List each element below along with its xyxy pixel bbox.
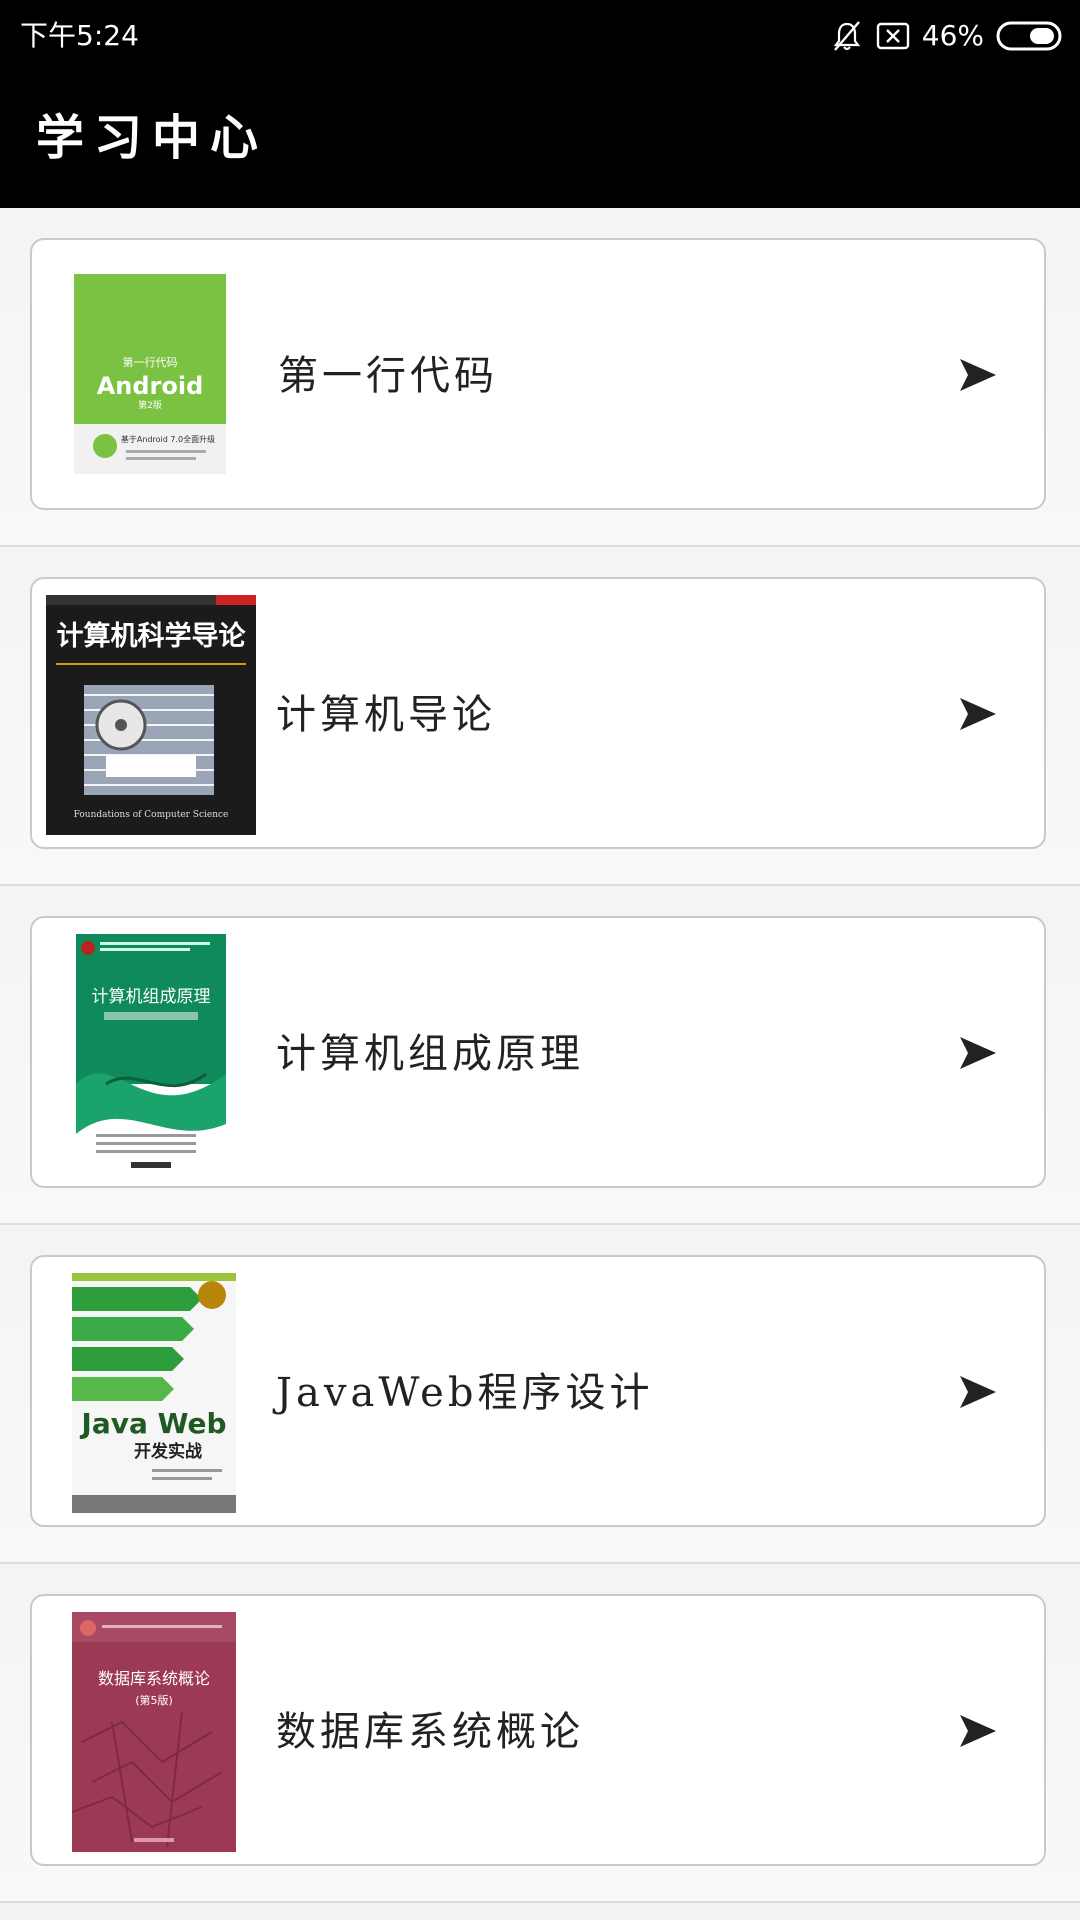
battery-percent: 46% [921,19,984,52]
book-cover-cs-intro: 计算机科学导论 Foundations of Computer Science [46,595,256,835]
cover-text: 计算机组成原理 [92,987,211,1007]
cover-text: 数据库系统概论 [98,1669,210,1688]
arrow-right-icon[interactable] [956,1370,1000,1414]
list-item: 计算机科学导论 Foundations of Computer Science [0,547,1080,886]
no-sim-icon [876,21,910,51]
book-title: 计算机组成原理 [276,1031,584,1077]
book-card[interactable]: 数据库系统概论 (第5版) 数据库系统概论 [30,1594,1046,1866]
list-item: 第一行代码 Android 第2版 基于Android 7.0全面升级 第一行代… [0,208,1080,547]
cover-text: Android [97,372,204,400]
arrow-right-icon[interactable] [956,1709,1000,1753]
cover-text: 基于Android 7.0全面升级 [121,434,215,444]
list-item: Java Web 开发实战 JavaWeb程序设计 [0,1225,1080,1564]
book-cover-javaweb: Java Web 开发实战 [72,1273,236,1513]
arrow-right-icon[interactable] [956,692,1000,736]
book-card[interactable]: Java Web 开发实战 JavaWeb程序设计 [30,1255,1046,1527]
cover-text: 第2版 [138,399,162,411]
book-cover-database: 数据库系统概论 (第5版) [72,1612,236,1852]
book-cover-android: 第一行代码 Android 第2版 基于Android 7.0全面升级 [70,274,230,478]
status-time: 下午5:24 [20,19,139,52]
book-title: 计算机导论 [276,692,496,738]
arrow-right-icon[interactable] [956,353,1000,397]
book-list: 第一行代码 Android 第2版 基于Android 7.0全面升级 第一行代… [0,208,1080,1903]
cover-text: 第一行代码 [123,355,178,369]
list-item: 计算机组成原理 计算机组成原理 [0,886,1080,1225]
book-title: 第一行代码 [278,353,498,399]
cover-text: (第5版) [135,1693,173,1707]
book-cover-organization: 计算机组成原理 [76,934,226,1174]
book-card[interactable]: 计算机组成原理 计算机组成原理 [30,916,1046,1188]
cover-text: Java Web [79,1407,226,1440]
bell-off-icon [830,19,864,53]
cover-text: 开发实战 [134,1441,202,1462]
status-bar: 下午5:24 46% [0,0,1080,72]
list-item: 数据库系统概论 (第5版) 数据库系统概论 [0,1564,1080,1903]
book-title: 数据库系统概论 [276,1709,584,1755]
app-bar: 学习中心 [0,72,1080,208]
page-title: 学习中心 [36,110,269,166]
battery-icon [996,21,1062,51]
book-card[interactable]: 第一行代码 Android 第2版 基于Android 7.0全面升级 第一行代… [30,238,1046,510]
cover-text: Foundations of Computer Science [74,810,229,820]
arrow-right-icon[interactable] [956,1031,1000,1075]
book-title: JavaWeb程序设计 [276,1370,654,1416]
cover-text: 计算机科学导论 [57,620,247,652]
book-card[interactable]: 计算机科学导论 Foundations of Computer Science [30,577,1046,849]
status-icons: 46% [830,16,1062,56]
